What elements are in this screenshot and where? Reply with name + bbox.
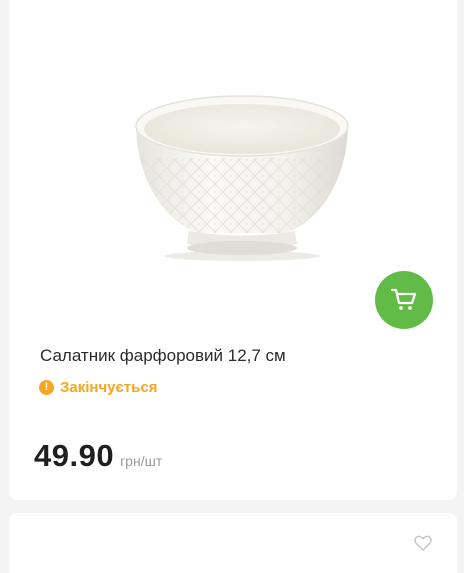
heart-icon[interactable]: [414, 535, 432, 551]
price-unit: грн/шт: [120, 453, 163, 469]
stock-status: ! Закінчується: [39, 379, 157, 396]
stock-status-text: Закінчується: [60, 379, 158, 396]
price-value: 49.90: [34, 438, 115, 473]
exclamation-icon: !: [39, 380, 54, 395]
price: 49.90 грн/шт: [34, 438, 162, 474]
porcelain-bowl-image[interactable]: [127, 88, 357, 263]
next-product-card[interactable]: [9, 513, 457, 573]
shopping-cart-icon: [391, 288, 417, 310]
add-to-cart-button[interactable]: [375, 271, 433, 329]
product-card[interactable]: Салатник фарфоровий 12,7 см ! Закінчуєть…: [9, 0, 457, 500]
product-title[interactable]: Салатник фарфоровий 12,7 см: [40, 346, 286, 366]
bowl-illustration: [135, 95, 349, 261]
